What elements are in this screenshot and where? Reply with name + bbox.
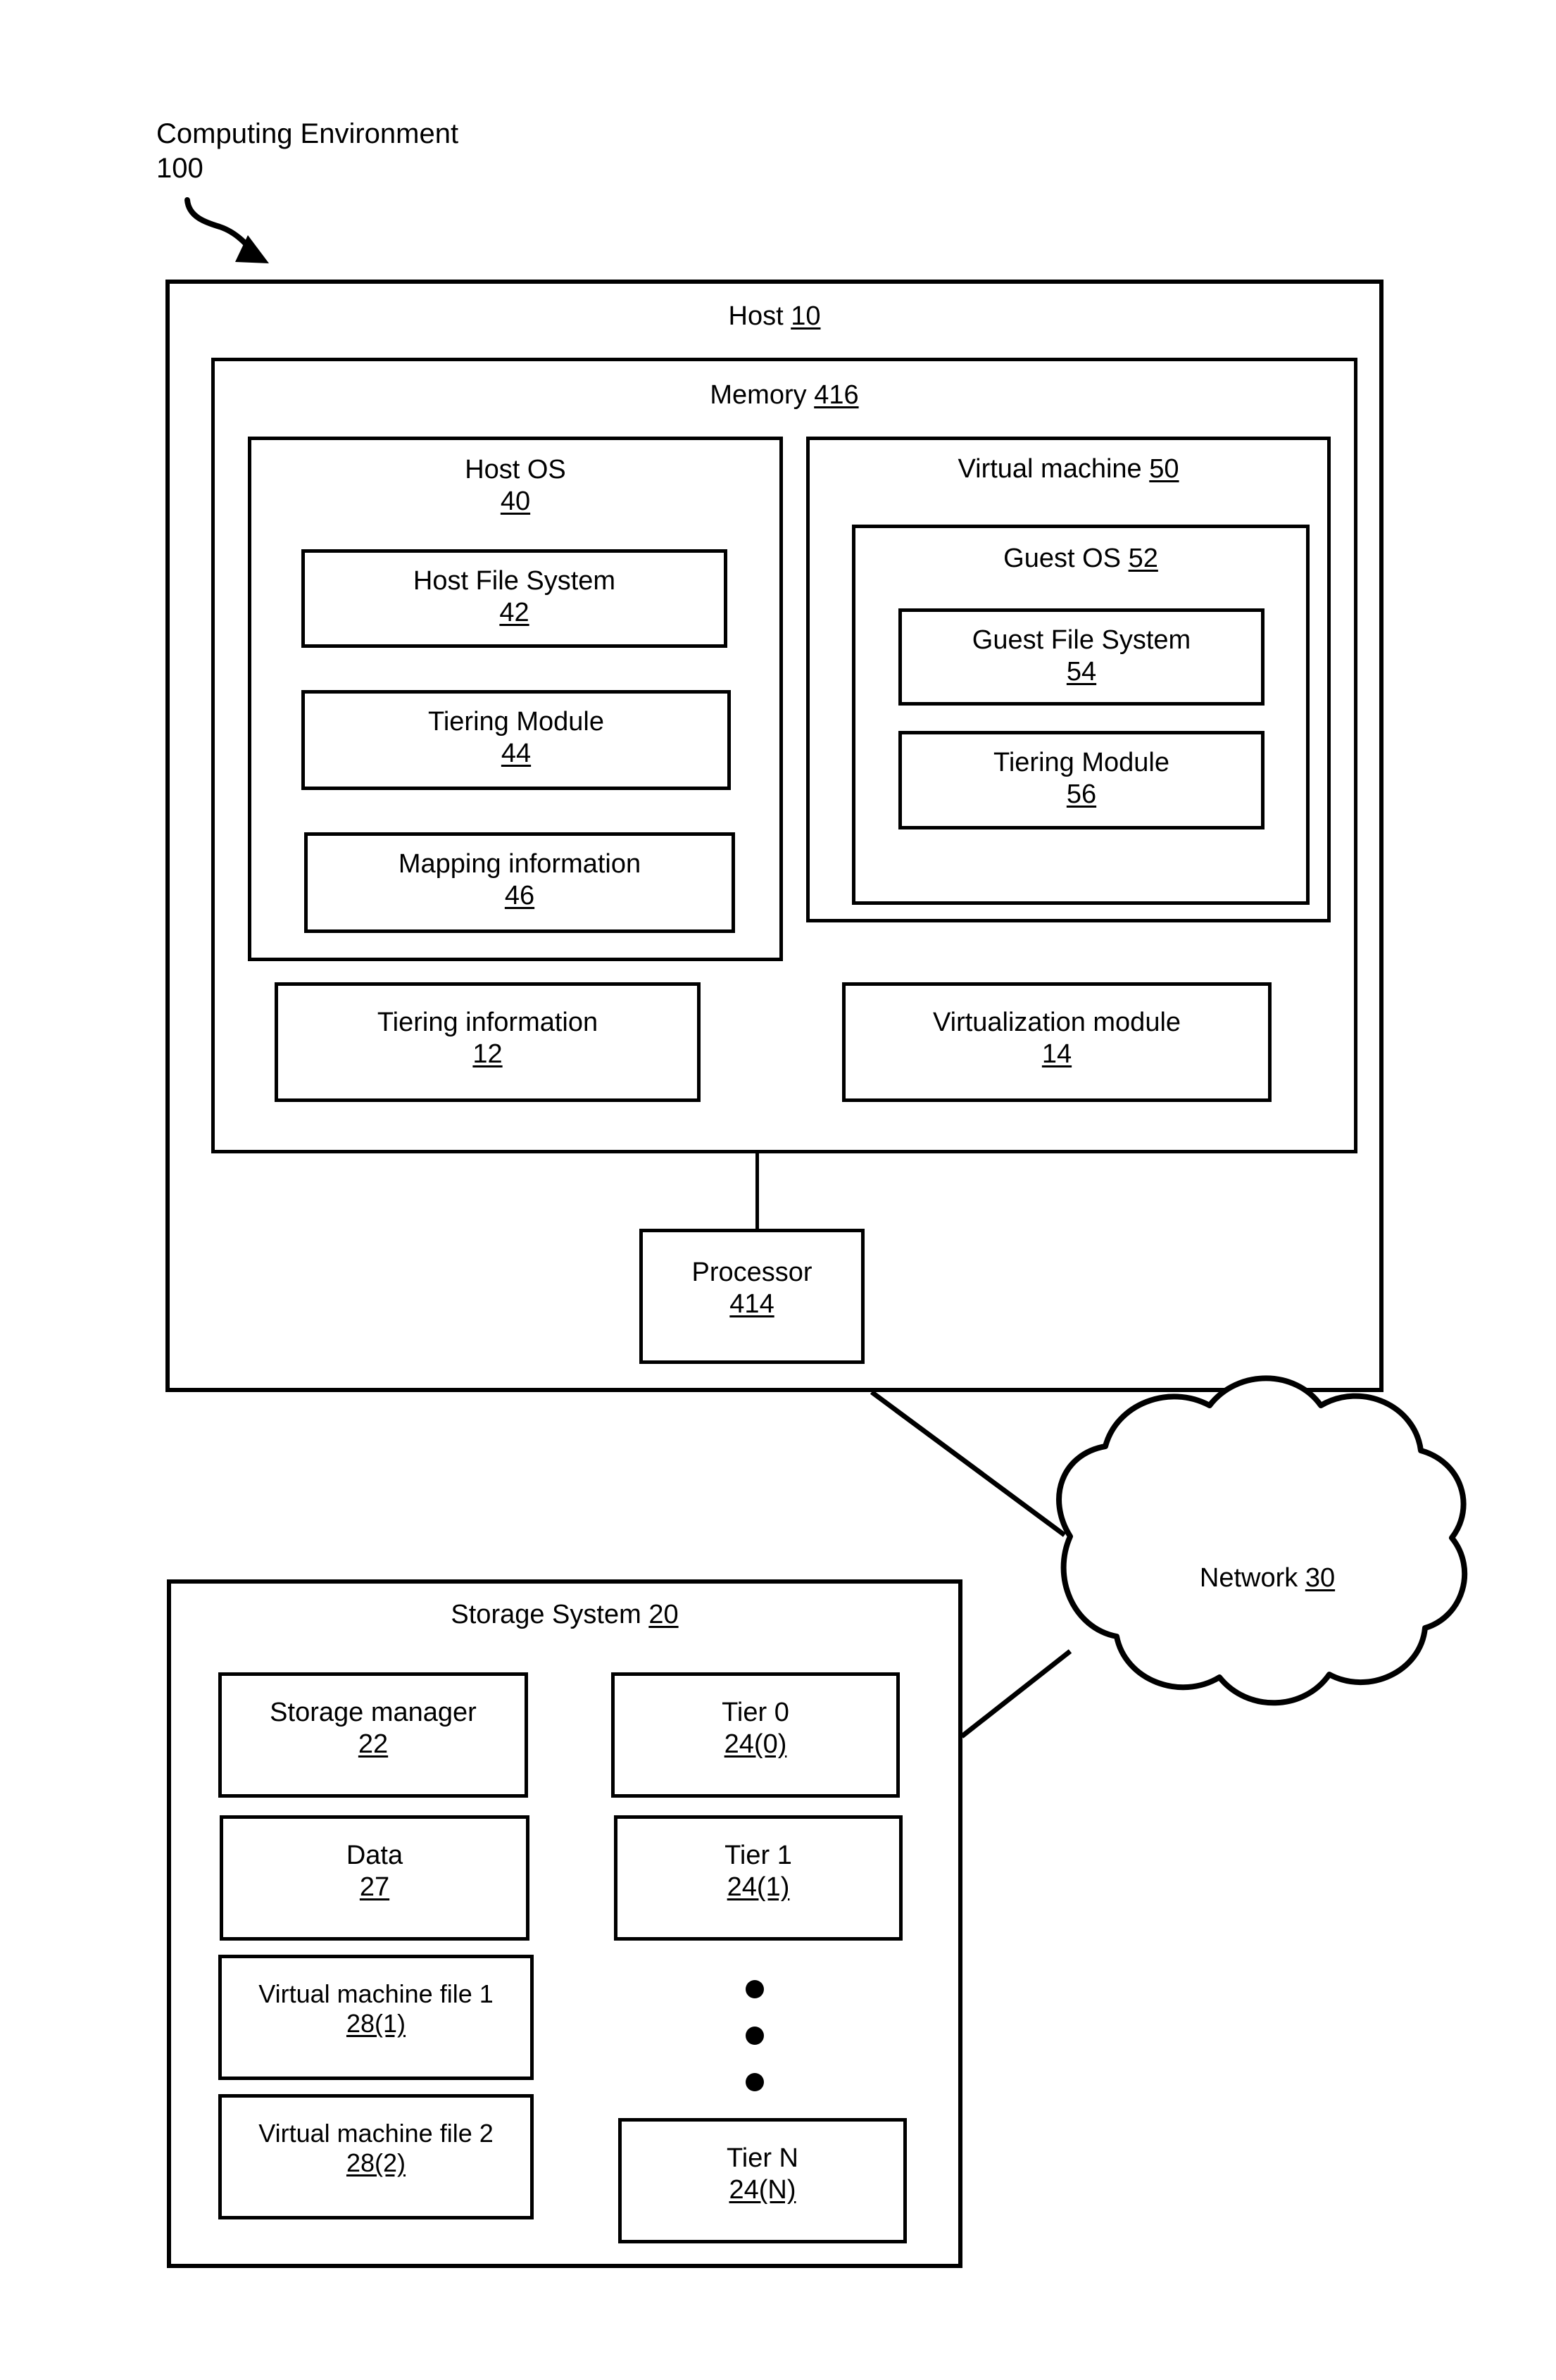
host-ref: 10 (791, 301, 821, 331)
storage-manager-title: Storage manager (270, 1698, 477, 1727)
memory-title-text: Memory (710, 380, 807, 410)
ellipsis-dot-3 (746, 2073, 764, 2091)
mapping-information-title: Mapping information (398, 849, 641, 879)
storage-system-ref: 20 (648, 1600, 679, 1629)
storage-system-title: Storage System 20 (167, 1600, 962, 1630)
data-title: Data (346, 1841, 403, 1870)
tier-n-label: Tier N 24(N) (618, 2143, 907, 2206)
ellipsis-dot-2 (746, 2027, 764, 2045)
tier-1-ref: 24(1) (727, 1872, 790, 1902)
processor-title: Processor (691, 1258, 812, 1287)
virtualization-module-ref: 14 (1041, 1039, 1072, 1069)
memory-title: Memory 416 (211, 380, 1357, 411)
host-file-system-ref: 42 (499, 597, 529, 627)
host-tiering-module-title: Tiering Module (428, 707, 604, 737)
guest-file-system-ref: 54 (1066, 656, 1097, 687)
storage-manager-ref: 22 (358, 1729, 389, 1759)
virtualization-module-title: Virtualization module (932, 1008, 1181, 1037)
processor-label: Processor 414 (639, 1257, 865, 1320)
guest-tiering-module-label: Tiering Module 56 (898, 747, 1265, 810)
tier-0-label: Tier 0 24(0) (611, 1697, 900, 1760)
tier-0-ref: 24(0) (724, 1729, 787, 1759)
tier-n-title: Tier N (726, 2143, 799, 2173)
vm-file-1-title: Virtual machine file 1 (258, 1979, 494, 2008)
storage-manager-label: Storage manager 22 (218, 1697, 528, 1760)
host-os-title: Host OS 40 (248, 454, 783, 518)
tiering-information-ref: 12 (472, 1039, 503, 1069)
virtual-machine-title: Virtual machine 50 (806, 454, 1331, 484)
virtualization-module-label: Virtualization module 14 (842, 1007, 1272, 1070)
network-title-text: Network (1199, 1563, 1298, 1593)
figure-canvas: Computing Environment 100 Host 10 Memory… (0, 0, 1556, 2380)
host-os-title-text: Host OS (465, 455, 566, 484)
tier-1-title: Tier 1 (724, 1841, 792, 1870)
vm-file-1-ref: 28(1) (346, 2009, 406, 2038)
figure-callout-label: Computing Environment 100 (156, 117, 458, 186)
host-tiering-module-label: Tiering Module 44 (301, 706, 731, 770)
storage-system-title-text: Storage System (451, 1600, 641, 1629)
host-title: Host 10 (165, 301, 1384, 332)
guest-os-box (852, 525, 1310, 905)
host-os-ref: 40 (500, 486, 531, 516)
tier-n-ref: 24(N) (729, 2174, 796, 2205)
tiering-information-title: Tiering information (377, 1008, 598, 1037)
guest-file-system-title: Guest File System (972, 625, 1191, 655)
guest-os-title: Guest OS 52 (852, 544, 1310, 574)
guest-file-system-label: Guest File System 54 (898, 625, 1265, 688)
virtual-machine-title-text: Virtual machine (958, 454, 1142, 484)
vm-file-2-title: Virtual machine file 2 (258, 2119, 494, 2148)
host-file-system-title: Host File System (413, 566, 616, 596)
vm-file-2-label: Virtual machine file 2 28(2) (218, 2119, 534, 2179)
data-label: Data 27 (220, 1840, 529, 1903)
virtual-machine-ref: 50 (1149, 454, 1179, 484)
host-title-text: Host (728, 301, 784, 331)
vm-file-2-ref: 28(2) (346, 2148, 406, 2178)
guest-tiering-module-ref: 56 (1066, 779, 1097, 809)
ellipsis-dot-1 (746, 1980, 764, 1998)
network-title: Network 30 (1127, 1563, 1408, 1593)
vm-file-1-label: Virtual machine file 1 28(1) (218, 1979, 534, 2039)
processor-ref: 414 (729, 1289, 774, 1319)
memory-processor-connector (755, 1153, 759, 1230)
tier-0-title: Tier 0 (722, 1698, 789, 1727)
tiering-information-label: Tiering information 12 (275, 1007, 701, 1070)
memory-ref: 416 (814, 380, 859, 410)
host-tiering-module-ref: 44 (501, 738, 532, 768)
guest-os-ref: 52 (1128, 544, 1158, 573)
host-file-system-label: Host File System 42 (301, 565, 727, 629)
tier-1-label: Tier 1 24(1) (614, 1840, 903, 1903)
callout-ref: 100 (156, 152, 203, 184)
network-ref: 30 (1305, 1563, 1336, 1593)
guest-tiering-module-title: Tiering Module (993, 748, 1169, 777)
callout-title: Computing Environment (156, 118, 459, 149)
guest-os-title-text: Guest OS (1003, 544, 1121, 573)
data-ref: 27 (359, 1872, 390, 1902)
mapping-information-label: Mapping information 46 (304, 848, 735, 912)
mapping-information-ref: 46 (504, 880, 535, 910)
